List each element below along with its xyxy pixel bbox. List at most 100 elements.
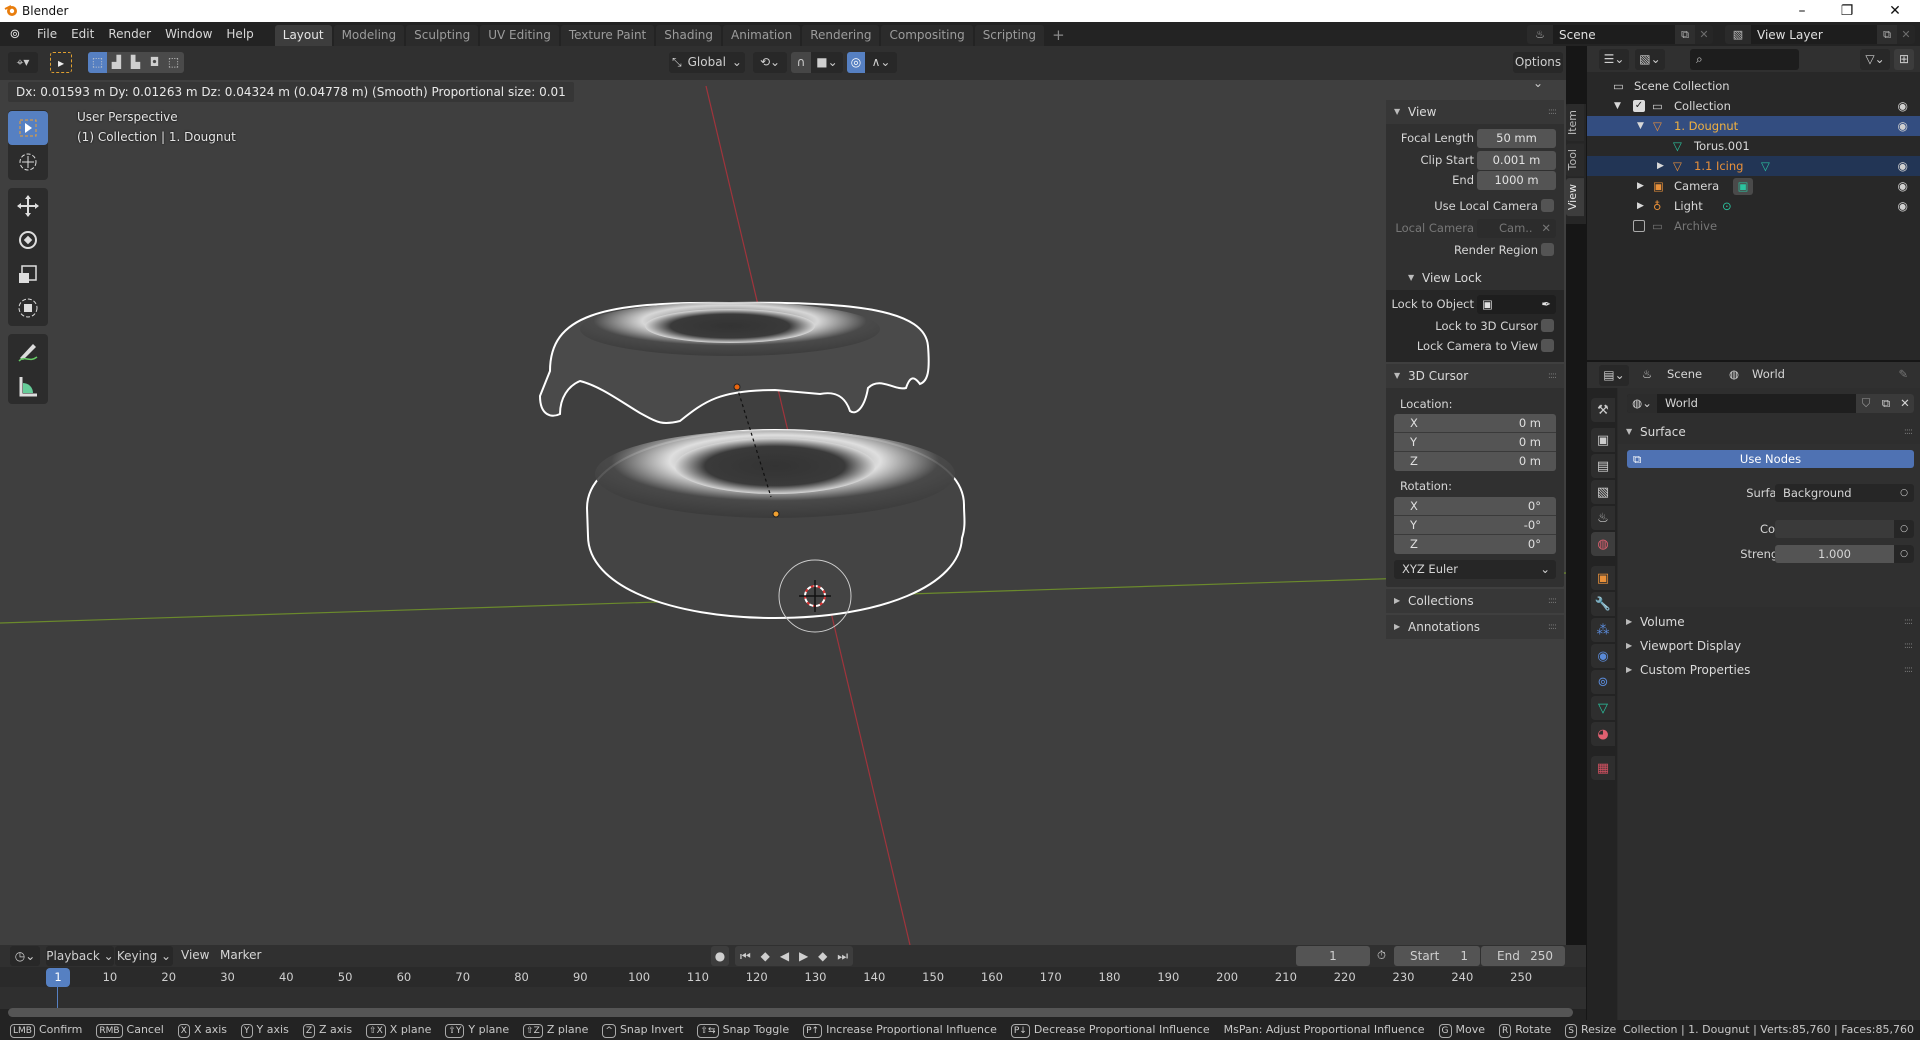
select-box-tool[interactable] [8,111,48,145]
workspace-tab-animation[interactable]: Animation [723,25,801,46]
workspace-tab-compositing[interactable]: Compositing [881,25,973,46]
sidebar-tab-view[interactable]: View [1566,178,1584,217]
expand-arrow-icon[interactable]: ▶ [1637,196,1644,216]
keying-menu[interactable]: Keying ⌄ [115,946,173,966]
material-tab-icon[interactable]: ◕ [1591,722,1615,746]
strength-field[interactable]: 1.000 ○ [1775,545,1914,563]
color-swatch[interactable]: ○ [1775,520,1914,538]
play-icon[interactable]: ▶ [799,946,808,966]
workspace-tab-sculpting[interactable]: Sculpting [406,25,479,46]
visibility-eye-icon[interactable]: ◉ [1898,196,1908,216]
volume-panel-header[interactable]: ▶ Volume:::: [1618,610,1920,634]
workspace-tab-layout[interactable]: Layout [274,25,332,46]
current-frame-indicator[interactable]: 1 [46,968,70,987]
restore-button[interactable]: ❐ [1825,0,1869,22]
drag-grip-icon[interactable]: :::: [1548,364,1557,388]
location-z[interactable]: Z 0 m [1394,452,1556,471]
include-checkbox[interactable] [1633,220,1645,232]
rotation-y[interactable]: Y -0° [1394,516,1556,535]
view-menu[interactable]: View [181,948,209,962]
custom-properties-panel-header[interactable]: ▶ Custom Properties:::: [1618,658,1920,682]
expand-arrow-icon[interactable]: ▼ [1614,96,1621,116]
world-browse-icon[interactable]: ◍⌄ [1627,394,1657,413]
keyframe-area[interactable] [0,987,1586,1009]
socket-icon[interactable]: ○ [1894,520,1914,538]
menu-help[interactable]: Help [219,22,260,46]
move-tool[interactable] [8,189,48,223]
physics-tab-icon[interactable]: ◉ [1591,644,1615,668]
3d-viewport[interactable]: ⌖▾ ▸ ⬚ ▟ ▙ ◘ ⬚ ⤡ Global ⌄ ⟲⌄ ∩ ■⌄ ◎ ∧⌄ O… [0,46,1566,945]
pin-icon[interactable]: ✎ [1898,367,1908,381]
drag-grip-icon[interactable]: :::: [1904,658,1913,682]
clip-start-field[interactable]: 0.001 m [1477,151,1556,170]
location-y[interactable]: Y 0 m [1394,433,1556,452]
drag-grip-icon[interactable]: :::: [1548,589,1557,613]
jump-end-icon[interactable]: ⏭ [837,946,848,966]
workspace-tab-scripting[interactable]: Scripting [974,25,1045,46]
view-layer-name[interactable]: View Layer [1751,28,1877,42]
particles-tab-icon[interactable]: ⁂ [1591,618,1615,642]
drag-grip-icon[interactable]: :::: [1548,100,1557,124]
display-mode-dropdown[interactable]: ☰⌄ [1599,49,1629,70]
view-panel-header[interactable]: ▼ View:::: [1386,100,1564,124]
unlink-icon[interactable]: ✕ [1896,394,1914,413]
render-region-checkbox[interactable] [1541,243,1554,256]
sidebar-tab-item[interactable]: Item [1566,104,1584,142]
expand-arrow-icon[interactable]: ▼ [1637,116,1644,136]
filter-view-layer-dropdown[interactable]: ▧⌄ [1635,49,1665,70]
outliner-item-scene-collection[interactable]: ▭ Scene Collection [1587,76,1920,96]
outliner-item-collection[interactable]: ▼ ✓ ▭ Collection ◉ [1587,96,1920,116]
delete-view-layer-icon[interactable]: ✕ [1897,25,1915,44]
eyedropper-icon[interactable]: ✒ [1541,295,1551,314]
prev-keyframe-icon[interactable]: ◆ [761,946,770,966]
menu-file[interactable]: File [30,22,64,46]
menu-edit[interactable]: Edit [64,22,101,46]
new-scene-icon[interactable]: ⧉ [1675,25,1695,44]
scene-name[interactable]: Scene [1553,28,1675,42]
menu-window[interactable]: Window [158,22,219,46]
workspace-tab-texture-paint[interactable]: Texture Paint [560,25,655,46]
workspace-tab-uv-editing[interactable]: UV Editing [480,25,559,46]
start-frame-field[interactable]: Start 1 [1394,946,1480,966]
drag-grip-icon[interactable]: :::: [1904,610,1913,634]
editor-type-button[interactable]: ◷⌄ [10,946,40,966]
constraints-tab-icon[interactable]: ⊚ [1591,670,1615,694]
include-checkbox[interactable]: ✓ [1633,100,1645,112]
outliner-item-light[interactable]: ▶ ♁ Light ⊙ ◉ [1587,196,1920,216]
outliner-item-archive[interactable]: ▭ Archive [1587,216,1920,236]
3d-cursor-header[interactable]: ▼ 3D Cursor:::: [1386,364,1564,388]
play-reverse-icon[interactable]: ◀ [780,946,789,966]
workspace-tab-rendering[interactable]: Rendering [802,25,880,46]
surface-panel-header[interactable]: ▼ Surface:::: [1618,420,1920,444]
next-keyframe-icon[interactable]: ◆ [818,946,827,966]
editor-type-button[interactable]: ▤⌄ [1599,365,1629,386]
playback-menu[interactable]: Playback ⌄ [46,946,114,966]
object-tab-icon[interactable]: ▣ [1591,566,1615,590]
socket-icon[interactable]: ○ [1894,545,1914,563]
location-x[interactable]: X 0 m [1394,414,1556,433]
drag-grip-icon[interactable]: :::: [1548,615,1557,639]
view-layer-tab-icon[interactable]: ▧ [1591,480,1615,504]
outliner-item-dougnut[interactable]: ▼ ▽ 1. Dougnut ◉ [1587,116,1920,136]
scene-tab-icon[interactable]: ♨ [1591,506,1615,530]
expand-arrow-icon[interactable]: ▶ [1637,176,1644,196]
current-frame-field[interactable]: 1 [1296,946,1370,966]
filter-dropdown[interactable]: ▽⌄ [1860,49,1890,70]
view-lock-header[interactable]: ▼ View Lock [1386,266,1564,290]
visibility-eye-icon[interactable]: ◉ [1898,156,1908,176]
rotation-x[interactable]: X 0° [1394,497,1556,516]
stopwatch-icon[interactable]: ⏱ [1377,948,1386,963]
marker-menu[interactable]: Marker [220,948,261,962]
outliner-search-input[interactable]: ⌕ [1690,49,1799,70]
sidebar-tab-tool[interactable]: Tool [1566,143,1584,177]
outliner-item-icing[interactable]: ▶ ▽ 1.1 Icing ▽ ◉ [1587,156,1920,176]
cursor-tool[interactable] [8,145,48,179]
texture-tab-icon[interactable]: ▦ [1591,756,1615,780]
blender-menu-icon[interactable]: ⊚ [0,27,30,42]
use-nodes-button[interactable]: ⧉ Use Nodes [1627,450,1914,468]
jump-start-icon[interactable]: ⏮ [740,946,751,966]
world-datablock-selector[interactable]: ◍⌄ World ⛉ ⧉ ✕ [1627,394,1914,413]
fake-user-shield-icon[interactable]: ⛉ [1856,394,1876,413]
visibility-eye-icon[interactable]: ◉ [1898,176,1908,196]
world-tab-icon[interactable]: ◍ [1591,532,1615,556]
